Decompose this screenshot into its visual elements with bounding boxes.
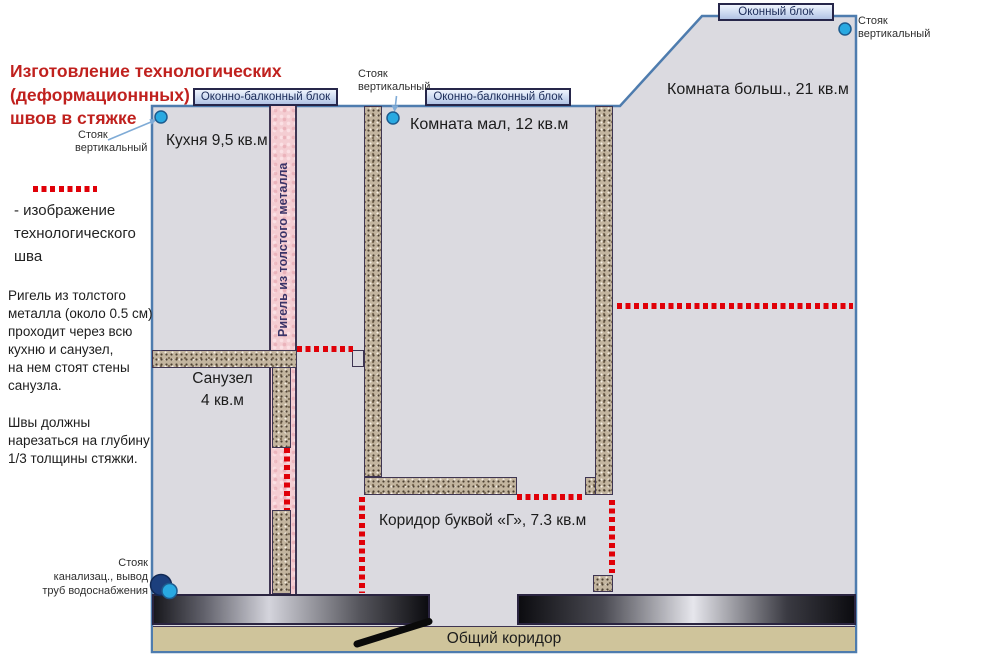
wall-small-room-right <box>595 106 613 495</box>
page-title: (деформационнных) <box>10 85 190 105</box>
entry-bar-left <box>152 594 430 625</box>
note-rigel: проходит через всю <box>8 324 133 339</box>
page-title: Изготовление технологических <box>10 61 282 81</box>
window-balcony-block-small-room: Оконно-балконный блок <box>425 88 571 106</box>
sewer-riser-dot <box>149 573 173 597</box>
legend-text: технологического <box>14 225 136 242</box>
slide: Общий коридор Оконно-балконный блок Окон… <box>0 0 1000 656</box>
riser-label-kitchen: Стояк <box>78 129 108 141</box>
window-block-big-room: Оконный блок <box>718 3 834 21</box>
joint-line-corridor-left <box>359 497 365 593</box>
riser-label-big-room: Стояк <box>858 15 888 27</box>
wall-bathroom-right-upper <box>272 367 291 448</box>
wall-joint-stub <box>352 350 364 367</box>
legend-joint-sample <box>33 186 97 192</box>
room-label-kitchen: Кухня 9,5 кв.м <box>166 132 268 149</box>
wall-small-room-left <box>364 106 382 477</box>
note-joints: Швы должны <box>8 415 91 430</box>
note-rigel: металла (около 0.5 см) <box>8 306 153 321</box>
note-rigel: Ригель из толстого <box>8 288 126 303</box>
riser-arrowhead-small-room <box>391 105 399 112</box>
riser-dot-small-room <box>386 111 400 125</box>
wall-corridor-stub <box>593 575 613 592</box>
note-rigel: на нем стоят стены <box>8 360 130 375</box>
riser-label-small-room: вертикальный <box>358 81 431 93</box>
riser-label-small-room: Стояк <box>358 68 388 80</box>
window-balcony-block-label: Оконно-балконный блок <box>433 91 563 103</box>
riser-label-kitchen: вертикальный <box>75 142 148 154</box>
riser-label-big-room: вертикальный <box>858 28 931 40</box>
wall-small-room-bottom <box>364 477 517 495</box>
legend-text: шва <box>14 248 43 265</box>
page-title: швов в стяжке <box>10 108 137 128</box>
common-corridor-label: Общий коридор <box>446 630 562 647</box>
joint-line-big-room <box>617 303 853 309</box>
room-label-small-room: Комната мал, 12 кв.м <box>410 116 569 133</box>
window-block-label: Оконный блок <box>738 6 814 18</box>
room-label-big-room: Комната больш., 21 кв.м <box>667 81 849 98</box>
legend-text: - изображение <box>14 202 116 219</box>
note-joints: нарезаться на глубину <box>8 433 150 448</box>
room-label-bathroom: Санузел <box>192 370 253 387</box>
entry-bar-right <box>517 594 856 625</box>
common-corridor-strip: Общий коридор <box>153 626 855 651</box>
sewer-riser-label: труб водоснабжения <box>42 585 148 597</box>
joint-line-corridor-right <box>609 500 615 573</box>
joint-line-bathroom <box>297 346 353 352</box>
wall-bathroom-right-lower <box>272 510 291 594</box>
riser-dot-big-room <box>838 22 852 36</box>
note-joints: 1/3 толщины стяжки. <box>8 451 138 466</box>
sewer-riser-label: Стояк <box>118 557 148 569</box>
rigel-strip-label: Ригель из толстого металла <box>276 162 290 338</box>
note-rigel: кухню и санузел, <box>8 342 114 357</box>
joint-line-rigel <box>284 448 290 510</box>
riser-arrow-small-room <box>394 95 398 106</box>
note-rigel: санузла. <box>8 378 62 393</box>
sewer-riser-label: канализац., вывод <box>53 571 148 583</box>
joint-line-doorway <box>517 494 585 500</box>
room-label-bathroom-area: 4 кв.м <box>201 392 244 409</box>
room-label-corridor: Коридор буквой «Г», 7.3 кв.м <box>379 512 587 529</box>
